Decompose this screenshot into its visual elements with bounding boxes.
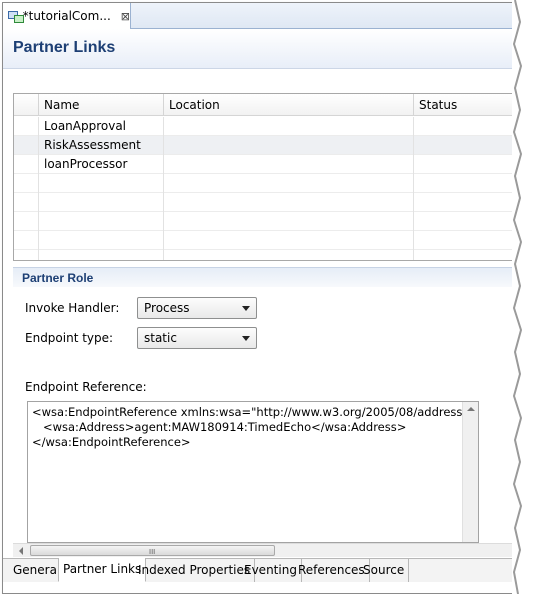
- column-header-blank: [14, 94, 38, 116]
- tab-eventing[interactable]: Eventing: [240, 559, 302, 582]
- row-status-cell: [413, 155, 512, 174]
- row-location-cell: [163, 117, 413, 136]
- row-status-cell: [413, 136, 512, 155]
- vertical-scrollbar[interactable]: [462, 402, 478, 542]
- torn-edge-bottom: [0, 594, 537, 602]
- row-name-cell: RiskAssessment: [38, 136, 163, 155]
- row-status-cell: [413, 117, 512, 136]
- section-title: Partner Role: [22, 271, 94, 285]
- partner-role-section-header: Partner Role: [13, 267, 513, 287]
- row-location-cell: [163, 136, 413, 155]
- chevron-down-icon: [242, 336, 250, 341]
- column-header-location[interactable]: Location: [163, 94, 413, 116]
- grip-icon: III: [149, 548, 156, 556]
- torn-edge: [512, 0, 537, 602]
- partner-links-table: Name Location Status LoanApproval RiskAs…: [13, 93, 513, 261]
- tab-source[interactable]: Source: [359, 559, 410, 582]
- table-row[interactable]: RiskAssessment: [14, 136, 512, 155]
- endpoint-type-label: Endpoint type:: [25, 331, 114, 345]
- scrollbar-thumb[interactable]: III: [30, 545, 275, 556]
- empty-row: [14, 250, 512, 260]
- empty-row: [14, 231, 512, 250]
- torn-edge-shadow: [512, 0, 523, 595]
- invoke-handler-label: Invoke Handler:: [25, 301, 120, 315]
- table-header: Name Location Status: [14, 94, 512, 116]
- invoke-handler-value: Process: [144, 301, 190, 315]
- endpoint-type-value: static: [144, 331, 177, 345]
- editor-tab-title: *tutorialCom...: [22, 9, 111, 23]
- tab-general[interactable]: General: [9, 559, 66, 582]
- endpoint-reference-label: Endpoint Reference:: [25, 380, 147, 394]
- chevron-down-icon: [242, 306, 250, 311]
- close-icon[interactable]: ⊠: [121, 10, 130, 23]
- page-header: Partner Links: [3, 29, 513, 69]
- endpoint-reference-line: <wsa:EndpointReference xmlns:wsa="http:/…: [32, 405, 479, 419]
- invoke-handler-select[interactable]: Process: [137, 297, 257, 319]
- row-name-cell: LoanApproval: [38, 117, 163, 136]
- empty-row: [14, 174, 512, 193]
- editor-tab[interactable]: *tutorialCom... ⊠: [3, 3, 131, 29]
- bottom-tab-bar: General Partner Links Indexed Properties…: [3, 558, 513, 582]
- editor-window: *tutorialCom... ⊠ Partner Links Name Loc…: [2, 2, 514, 594]
- editor-tab-strip: *tutorialCom... ⊠: [3, 3, 513, 29]
- table-row[interactable]: loanProcessor: [14, 155, 512, 174]
- tab-indexed-properties[interactable]: Indexed Properties: [134, 559, 256, 582]
- page-title: Partner Links: [13, 39, 116, 56]
- empty-row: [14, 193, 512, 212]
- bpel-file-icon: [7, 8, 24, 24]
- scroll-left-icon[interactable]: [19, 547, 23, 555]
- endpoint-type-select[interactable]: static: [137, 327, 257, 349]
- column-header-status[interactable]: Status: [413, 94, 512, 116]
- table-row[interactable]: LoanApproval: [14, 117, 512, 136]
- endpoint-reference-textarea[interactable]: <wsa:EndpointReference xmlns:wsa="http:/…: [27, 401, 479, 543]
- endpoint-reference-line: </wsa:EndpointReference>: [32, 435, 191, 449]
- scroll-up-icon[interactable]: [467, 407, 475, 411]
- horizontal-scrollbar[interactable]: III: [13, 543, 513, 557]
- row-location-cell: [163, 155, 413, 174]
- empty-row: [14, 212, 512, 231]
- column-header-name[interactable]: Name: [38, 94, 163, 116]
- row-name-cell: loanProcessor: [38, 155, 163, 174]
- endpoint-reference-line: <wsa:Address>agent:MAW180914:TimedEcho</…: [32, 420, 407, 434]
